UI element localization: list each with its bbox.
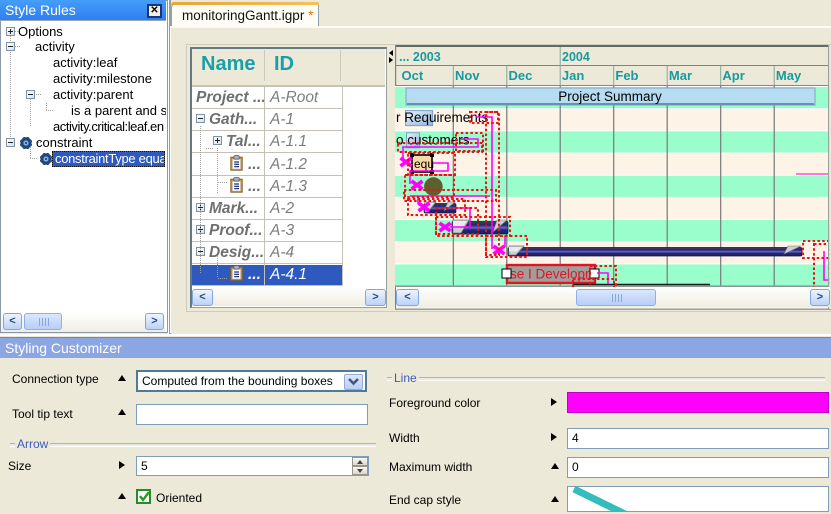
svg-text:Mar: Mar [669, 68, 692, 83]
svg-text:Feb: Feb [615, 68, 638, 83]
svg-text:Apr: Apr [722, 68, 744, 83]
svg-text:Jan: Jan [562, 68, 584, 83]
svg-text:Dec: Dec [509, 68, 533, 83]
svg-text:May: May [776, 68, 802, 83]
svg-text:Oct: Oct [402, 68, 424, 83]
svg-text:o customers: o customers [396, 133, 470, 148]
svg-text:Nov: Nov [455, 68, 480, 83]
svg-text:2004: 2004 [562, 50, 590, 64]
svg-text:... 2003: ... 2003 [399, 50, 441, 64]
svg-text:r Requirements: r Requirements [396, 110, 489, 125]
svg-text:Project Summary: Project Summary [558, 89, 662, 104]
svg-text:equ: equ [414, 157, 434, 171]
